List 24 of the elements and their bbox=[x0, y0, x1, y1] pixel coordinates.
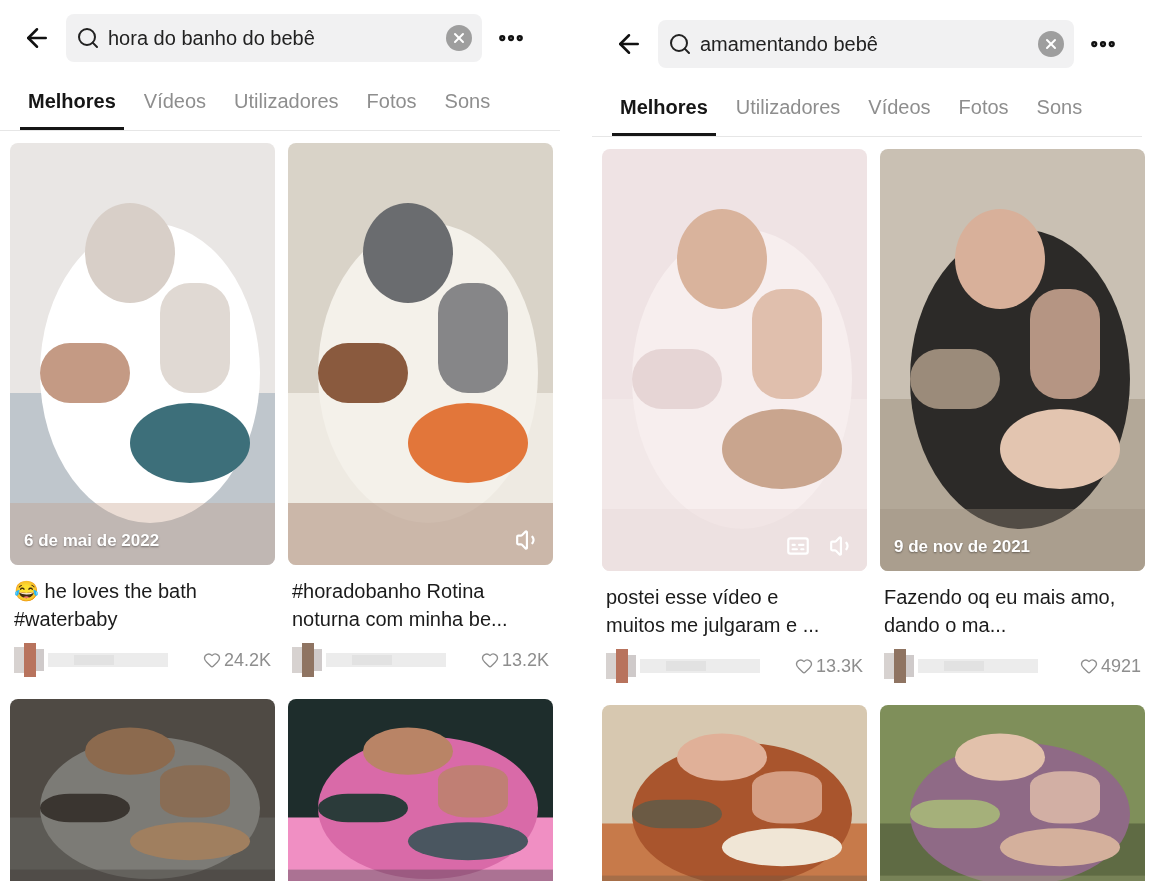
search-icon bbox=[668, 32, 692, 56]
video-caption[interactable]: postei esse vídeo e muitos me julgaram e ... bbox=[602, 571, 842, 641]
like-count: 24.2K bbox=[223, 649, 271, 671]
heart-icon[interactable] bbox=[480, 651, 499, 669]
tab[interactable]: Melhores bbox=[20, 84, 124, 130]
tab[interactable]: Melhores bbox=[612, 90, 716, 136]
search-field[interactable]: hora do banho do bebê bbox=[66, 14, 482, 62]
search-query: hora do banho do bebê bbox=[108, 26, 316, 50]
heart-icon[interactable] bbox=[1079, 657, 1098, 675]
clear-icon[interactable] bbox=[446, 25, 472, 51]
video-date: 9 de nov de 2021 bbox=[894, 537, 1031, 557]
clear-icon[interactable] bbox=[1038, 31, 1064, 57]
like-count: 13.2K bbox=[501, 649, 549, 671]
video-caption[interactable]: 😂 he loves the bath #waterbaby bbox=[10, 565, 250, 635]
like-count: 4921 bbox=[1100, 655, 1141, 677]
search-field[interactable]: amamentando bebê bbox=[658, 20, 1074, 68]
search-query: amamentando bebê bbox=[700, 32, 879, 56]
video-caption[interactable]: Fazendo oq eu mais amo, dando o ma... bbox=[880, 571, 1120, 641]
heart-icon[interactable] bbox=[202, 651, 221, 669]
video-caption[interactable]: #horadobanho Rotina noturna com minha be... bbox=[288, 565, 528, 635]
search-icon bbox=[76, 26, 100, 50]
video-date: 6 de mai de 2022 bbox=[24, 531, 160, 551]
heart-icon[interactable] bbox=[794, 657, 813, 675]
like-count: 13.3K bbox=[815, 655, 863, 677]
